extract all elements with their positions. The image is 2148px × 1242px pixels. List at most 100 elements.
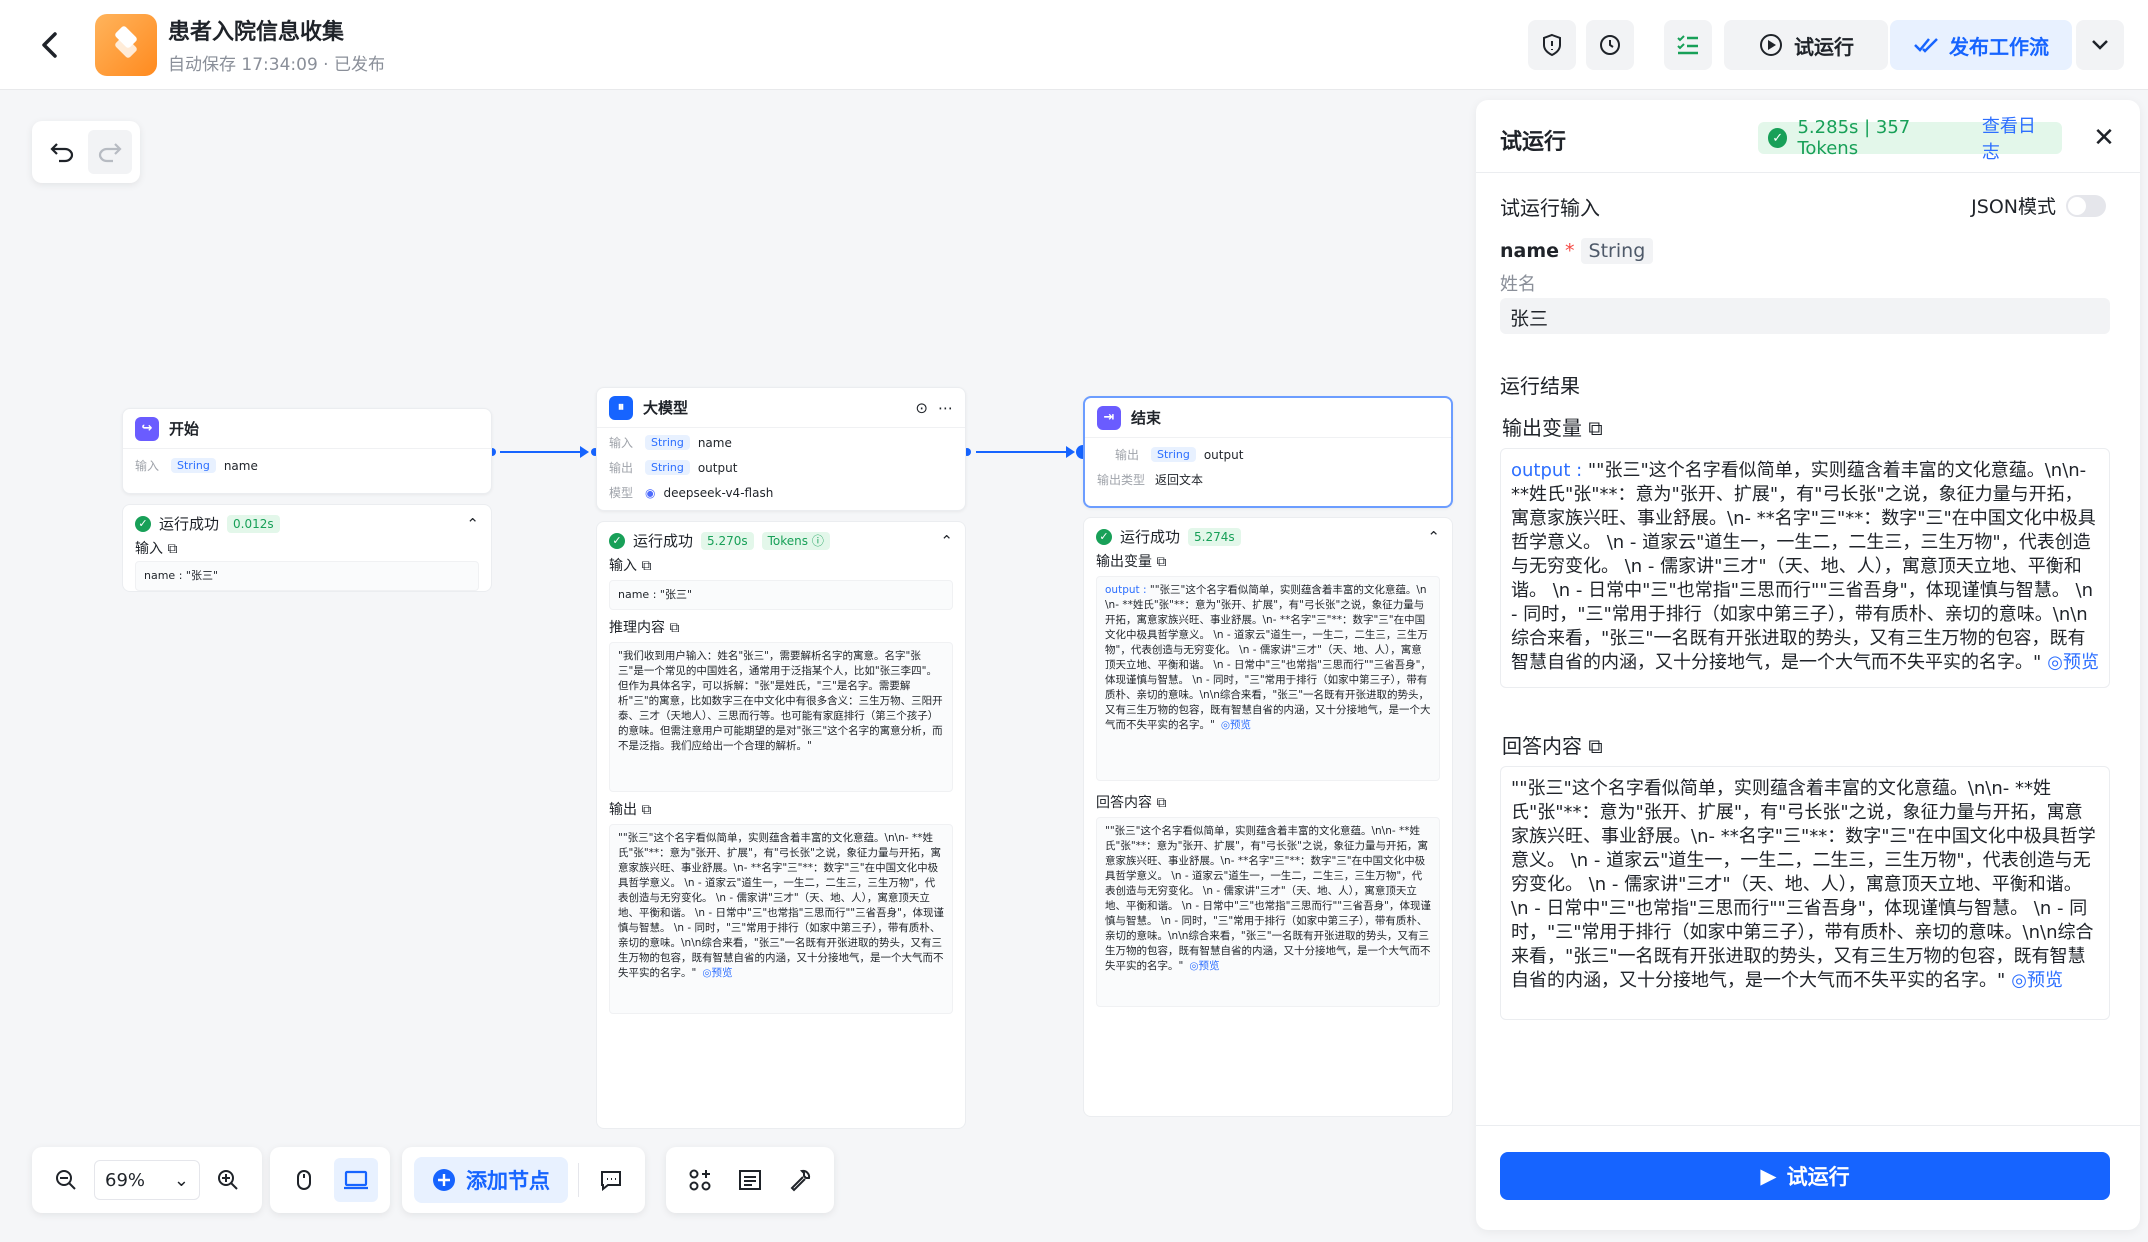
end-answer-value: ""张三"这个名字看似简单，实则蕴含着丰富的文化意蕴。\n\n- **姓氏"张"… — [1105, 825, 1431, 972]
output-variable-header: 输出变量 ⧉ — [1502, 412, 1603, 441]
llm-result-input-label: 输入 — [609, 558, 637, 574]
chevron-down-icon[interactable] — [2076, 20, 2124, 70]
copy-icon[interactable]: ⧉ — [167, 541, 177, 557]
llm-output-label: 输出 — [609, 461, 634, 475]
preview-link[interactable]: ◎预览 — [2047, 652, 2099, 673]
trackpad-mode-icon[interactable] — [334, 1158, 378, 1202]
output-variable-title: 输出变量 — [1502, 416, 1582, 440]
run-button[interactable]: ▶ 试运行 — [1500, 1152, 2110, 1200]
mouse-mode-icon[interactable] — [282, 1158, 326, 1202]
llm-run-result: ✓ 运行成功 5.270s Tokens ⓘ ⌃ 输入 ⧉ name : "张三" 推理… — [596, 521, 966, 1129]
copy-icon[interactable]: ⧉ — [1588, 734, 1602, 758]
json-mode-toggle[interactable] — [2066, 194, 2106, 217]
end-duration: 5.274s — [1188, 528, 1241, 546]
publish-workflow-button[interactable]: 发布工作流 — [1890, 20, 2072, 70]
name-input[interactable]: 张三 — [1500, 298, 2110, 334]
success-check-icon: ✓ — [135, 516, 151, 532]
view-log-link[interactable]: 查看日志 — [1982, 112, 2052, 164]
run-node-icon[interactable]: ⊙ — [915, 399, 928, 417]
end-status: 运行成功 — [1120, 528, 1181, 546]
llm-output-type: String — [645, 460, 690, 475]
zoom-value: 69% — [105, 1169, 146, 1191]
wrench-icon[interactable] — [778, 1158, 822, 1202]
zoom-out-icon[interactable] — [44, 1158, 88, 1202]
start-input-name: name — [223, 458, 258, 473]
field-type-tag: String — [1580, 238, 1654, 264]
success-check-icon: ✓ — [1096, 529, 1112, 545]
history-clock-icon[interactable] — [1586, 20, 1634, 70]
collapse-chevron-icon[interactable]: ⌃ — [940, 533, 953, 549]
shield-icon[interactable] — [1528, 20, 1576, 70]
run-result-section-title: 运行结果 — [1500, 374, 1580, 398]
run-summary-badge: ✓ 5.285s | 357 Tokens 查看日志 — [1758, 116, 2062, 163]
llm-duration: 5.270s — [701, 532, 754, 550]
end-node[interactable]: ⇥ 结束 输出 String output 输出类型 返回文本 — [1083, 396, 1453, 508]
back-arrow-icon[interactable] — [32, 28, 66, 62]
success-check-icon: ✓ — [1768, 128, 1788, 148]
start-input-value: name : "张三" — [135, 561, 479, 591]
add-node-toolbar: 添加节点 — [402, 1147, 645, 1213]
copy-icon[interactable]: ⧉ — [641, 802, 651, 818]
copy-icon[interactable]: ⧉ — [1588, 416, 1602, 440]
required-marker: * — [1565, 240, 1575, 262]
checklist-icon[interactable] — [1664, 20, 1712, 70]
interaction-mode-toolbar — [270, 1147, 390, 1213]
end-output-type-value: 返回文本 — [1155, 473, 1204, 487]
preview-link[interactable]: ◎预览 — [1189, 960, 1219, 972]
end-run-result: ✓ 运行成功 5.274s ⌃ 输出变量 ⧉ output : ""张三"这个名字看似… — [1083, 517, 1453, 1117]
start-run-result: ✓ 运行成功 0.012s ⌃ 输入 ⧉ name : "张三" — [122, 504, 492, 592]
start-node-title: 开始 — [169, 420, 200, 438]
preview-link[interactable]: ◎预览 — [2011, 970, 2063, 991]
end-answer-text: ""张三"这个名字看似简单，实则蕴含着丰富的文化意蕴。\n\n- **姓氏"张"… — [1096, 817, 1440, 1007]
copy-icon[interactable]: ⧉ — [1156, 554, 1166, 570]
success-check-icon: ✓ — [609, 533, 625, 549]
comment-icon[interactable] — [589, 1158, 633, 1202]
start-input-label: 输入 — [135, 459, 160, 473]
document-list-icon[interactable] — [728, 1158, 772, 1202]
collapse-chevron-icon[interactable]: ⌃ — [466, 516, 479, 532]
llm-output-value: ""张三"这个名字看似简单，实则蕴含着丰富的文化意蕴。\n\n- **姓氏"张"… — [618, 832, 944, 979]
apps-grid-icon[interactable] — [678, 1158, 722, 1202]
top-bar: 患者入院信息收集 自动保存 17:34:09 · 已发布 试运行 发布工作流 — [0, 0, 2148, 90]
tools-toolbar — [666, 1147, 834, 1213]
app-title: 患者入院信息收集 — [168, 20, 345, 45]
llm-node[interactable]: ⏸ 大模型 ⊙ ⋯ 输入 String name 输出 String output 模型… — [596, 387, 966, 511]
end-node-title: 结束 — [1131, 409, 1162, 427]
answer-content-text: ""张三"这个名字看似简单，实则蕴含着丰富的文化意蕴。\n\n- **姓氏"张"… — [1511, 778, 2096, 991]
llm-output-name: output — [697, 460, 738, 475]
more-dots-icon[interactable]: ⋯ — [938, 399, 953, 417]
end-output-variable-label: 输出变量 — [1096, 554, 1152, 570]
run-button-label: 试运行 — [1786, 1165, 1850, 1189]
double-check-icon — [1914, 38, 1938, 53]
collapse-chevron-icon[interactable]: ⌃ — [1427, 529, 1440, 545]
preview-link[interactable]: ◎预览 — [1221, 719, 1251, 731]
panel-title: 试运行 — [1500, 130, 1567, 155]
copy-icon[interactable]: ⧉ — [669, 620, 679, 636]
start-node[interactable]: ↪ 开始 输入 String name — [122, 408, 492, 494]
preview-link[interactable]: ◎预览 — [702, 967, 732, 979]
copy-icon[interactable]: ⧉ — [641, 558, 651, 574]
end-output-label: 输出 — [1115, 448, 1140, 462]
workflow-canvas[interactable]: ↪ 开始 输入 String name ✓ 运行成功 0.012s ⌃ 输入 ⧉ na… — [0, 91, 1470, 1242]
copy-icon[interactable]: ⧉ — [1156, 795, 1166, 811]
llm-model-label: 模型 — [609, 486, 634, 500]
llm-input-type: String — [645, 435, 690, 450]
add-node-button[interactable]: 添加节点 — [414, 1157, 568, 1203]
start-node-icon: ↪ — [135, 416, 159, 441]
field-description: 姓名 — [1500, 274, 1536, 295]
llm-node-title: 大模型 — [643, 399, 689, 417]
run-summary-text: 5.285s | 357 Tokens — [1797, 117, 1911, 159]
llm-input-name: name — [697, 435, 732, 450]
save-status: 自动保存 17:34:09 · 已发布 — [168, 55, 385, 75]
zoom-in-icon[interactable] — [206, 1158, 250, 1202]
answer-content-box: ""张三"这个名字看似简单，实则蕴含着丰富的文化意蕴。\n\n- **姓氏"张"… — [1500, 766, 2110, 1020]
llm-reasoning-text: "我们收到用户输入：姓名"张三"，需要解析名字的寓意。名字"张三"是一个常见的中… — [609, 642, 953, 792]
json-mode-toggle-row: JSON模式 — [1971, 192, 2106, 219]
zoom-select[interactable]: 69% ⌄ — [94, 1160, 200, 1200]
play-circle-icon — [1760, 34, 1782, 56]
start-duration: 0.012s — [227, 515, 280, 533]
llm-tokens-badge[interactable]: Tokens ⓘ — [761, 532, 830, 550]
trial-run-button[interactable]: 试运行 — [1724, 20, 1888, 70]
close-icon[interactable]: ✕ — [2088, 122, 2120, 154]
llm-node-icon: ⏸ — [609, 395, 633, 420]
